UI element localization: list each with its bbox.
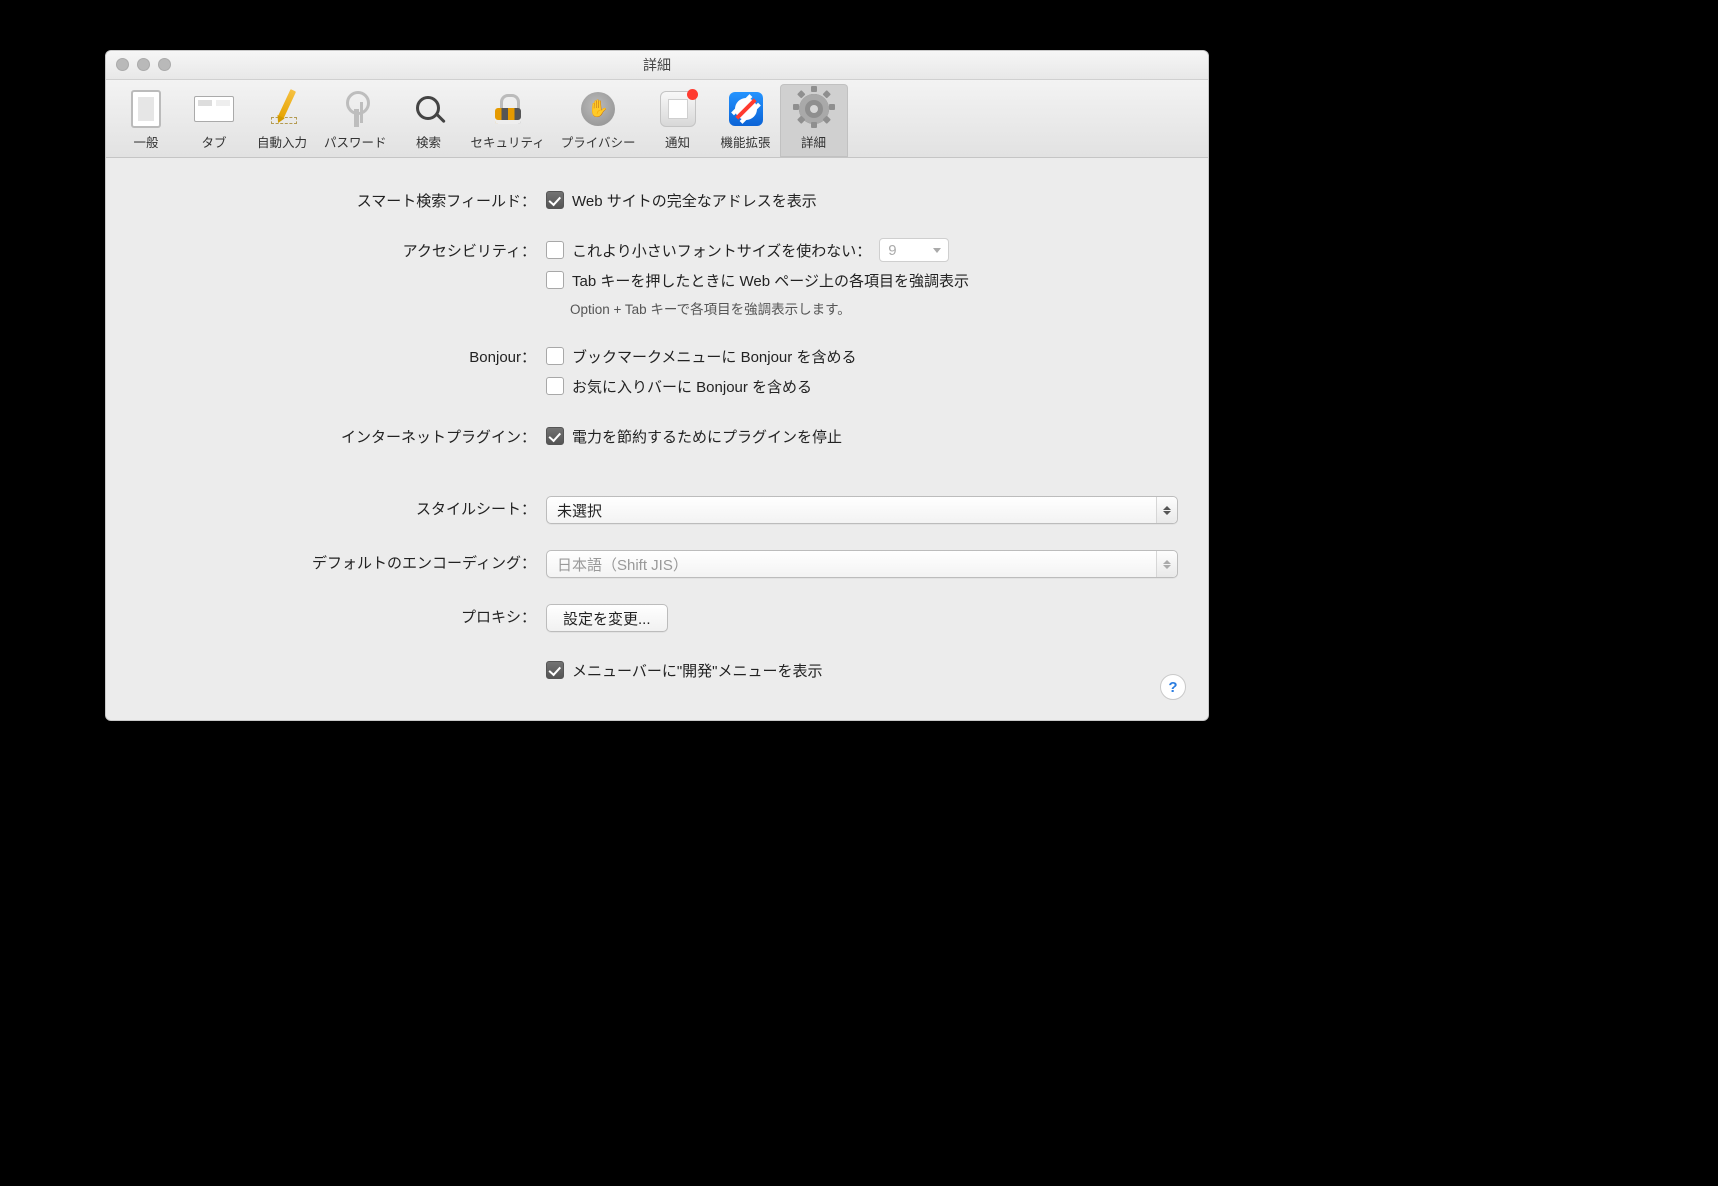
label-plugins: インターネットプラグイン： [136,424,546,447]
checkbox-show-full-address[interactable]: Web サイトの完全なアドレスを表示 [546,188,1178,212]
zoom-button[interactable] [158,58,171,71]
popup-value: 未選択 [557,500,602,521]
key-icon [334,88,376,130]
notification-icon [657,88,699,130]
checkbox-label: 電力を節約するためにプラグインを停止 [572,426,842,447]
preferences-window: 詳細 一般 タブ 自動入力 パスワード 検索 セキュリティ ✋ プライバシー [105,50,1209,721]
checkbox-icon [546,191,564,209]
tab-label: パスワード [324,132,387,151]
tab-privacy[interactable]: ✋ プライバシー [553,84,644,157]
tab-label: プライバシー [561,132,636,151]
font-size-stepper[interactable]: 9 [879,238,949,262]
help-button[interactable]: ? [1160,674,1186,700]
general-icon [125,88,167,130]
tab-search[interactable]: 検索 [395,84,463,157]
row-proxy: プロキシ： 設定を変更... [136,604,1178,632]
checkbox-label: お気に入りバーに Bonjour を含める [572,376,812,397]
tab-autofill[interactable]: 自動入力 [248,84,316,157]
search-icon [408,88,450,130]
label-encoding: デフォルトのエンコーディング： [136,550,546,573]
label-proxy: プロキシ： [136,604,546,627]
hand-icon: ✋ [577,88,619,130]
extension-icon [725,88,767,130]
row-accessibility: アクセシビリティ： これより小さいフォントサイズを使わない： 9 Tab キーを… [136,238,1178,318]
row-smart-search: スマート検索フィールド： Web サイトの完全なアドレスを表示 [136,188,1178,212]
stylesheet-popup[interactable]: 未選択 [546,496,1178,524]
checkbox-label: これより小さいフォントサイズを使わない： [572,240,871,261]
checkbox-icon [546,661,564,679]
tab-notifications[interactable]: 通知 [644,84,712,157]
row-develop-menu: メニューバーに"開発"メニューを表示 [136,658,1178,682]
label-smart-search: スマート検索フィールド： [136,188,546,211]
row-bonjour: Bonjour： ブックマークメニューに Bonjour を含める お気に入りバ… [136,344,1178,398]
pref-toolbar: 一般 タブ 自動入力 パスワード 検索 セキュリティ ✋ プライバシー 通知 [106,80,1208,158]
change-proxy-button[interactable]: 設定を変更... [546,604,668,632]
row-stylesheet: スタイルシート： 未選択 [136,496,1178,524]
close-button[interactable] [116,58,129,71]
checkbox-label: ブックマークメニューに Bonjour を含める [572,346,856,367]
help-icon: ? [1168,679,1177,696]
tab-general[interactable]: 一般 [112,84,180,157]
tab-label: 検索 [416,132,441,151]
content-pane: スマート検索フィールド： Web サイトの完全なアドレスを表示 アクセシビリティ… [106,158,1208,720]
checkbox-icon [546,241,564,259]
row-plugins: インターネットプラグイン： 電力を節約するためにプラグインを停止 [136,424,1178,448]
window-title: 詳細 [643,57,671,73]
tab-label: 通知 [665,132,690,151]
font-size-value: 9 [888,242,896,259]
checkbox-plugin-power-saver[interactable]: 電力を節約するためにプラグインを停止 [546,424,1178,448]
checkbox-icon [546,347,564,365]
tab-label: 詳細 [801,132,826,151]
minimize-button[interactable] [137,58,150,71]
tab-highlight-hint: Option + Tab キーで各項目を強調表示します。 [570,298,1178,318]
tab-tabs[interactable]: タブ [180,84,248,157]
checkbox-tab-highlight[interactable]: Tab キーを押したときに Web ページ上の各項目を強調表示 [546,268,1178,292]
checkbox-bonjour-bookmarks[interactable]: ブックマークメニューに Bonjour を含める [546,344,1178,368]
tab-security[interactable]: セキュリティ [463,84,553,157]
checkbox-icon [546,377,564,395]
gear-icon [793,88,835,130]
tab-label: セキュリティ [471,132,545,151]
popup-value: 日本語（Shift JIS） [557,554,688,575]
titlebar: 詳細 [106,51,1208,80]
checkbox-label: Web サイトの完全なアドレスを表示 [572,190,817,211]
tab-advanced[interactable]: 詳細 [780,84,848,157]
tab-extensions[interactable]: 機能拡張 [712,84,780,157]
tab-label: 一般 [133,132,158,151]
window-controls [116,58,171,71]
checkbox-min-font[interactable]: これより小さいフォントサイズを使わない： 9 [546,238,1178,262]
checkbox-label: Tab キーを押したときに Web ページ上の各項目を強調表示 [572,270,969,291]
tab-label: 機能拡張 [721,132,771,151]
lock-icon [487,88,529,130]
row-encoding: デフォルトのエンコーディング： 日本語（Shift JIS） [136,550,1178,578]
checkbox-icon [546,271,564,289]
label-stylesheet: スタイルシート： [136,496,546,519]
checkbox-label: メニューバーに"開発"メニューを表示 [572,660,823,681]
checkbox-icon [546,427,564,445]
autofill-icon [261,88,303,130]
label-bonjour: Bonjour： [136,344,546,367]
chevron-updown-icon [1156,551,1177,577]
tab-passwords[interactable]: パスワード [316,84,395,157]
encoding-popup[interactable]: 日本語（Shift JIS） [546,550,1178,578]
tab-label: タブ [201,132,226,151]
tab-label: 自動入力 [257,132,307,151]
chevron-updown-icon [1156,497,1177,523]
tabs-icon [193,88,235,130]
label-accessibility: アクセシビリティ： [136,238,546,261]
checkbox-develop-menu[interactable]: メニューバーに"開発"メニューを表示 [546,658,1178,682]
checkbox-bonjour-favorites[interactable]: お気に入りバーに Bonjour を含める [546,374,1178,398]
button-label: 設定を変更... [563,608,651,629]
